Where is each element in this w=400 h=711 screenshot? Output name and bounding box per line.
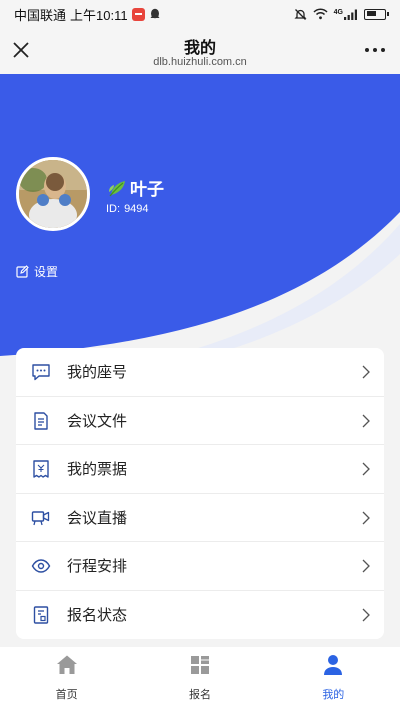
signal-icon: 4G xyxy=(334,9,358,20)
tab-home[interactable]: 首页 xyxy=(0,647,133,711)
document-icon xyxy=(34,411,48,430)
menu-item-label: 我的座号 xyxy=(67,364,128,382)
menu-item-label: 报名状态 xyxy=(67,607,128,625)
leaf-icon xyxy=(109,180,125,196)
tab-label: 首页 xyxy=(55,689,78,701)
settings-label: 设置 xyxy=(34,265,59,279)
status-left: 中国联通 上午10:11 xyxy=(14,5,161,24)
chevron-right-icon xyxy=(362,559,370,573)
network-type: 4G xyxy=(333,8,343,16)
mute-bell-icon xyxy=(294,8,307,20)
avatar[interactable] xyxy=(16,157,90,231)
page-title: 我的 xyxy=(183,40,216,57)
tab-register[interactable]: 报名 xyxy=(133,647,266,711)
status-bar: 中国联通 上午10:11 4G xyxy=(0,0,400,28)
user-id: ID: 9494 xyxy=(106,203,149,215)
chevron-right-icon xyxy=(362,365,370,379)
tab-label: 报名 xyxy=(188,689,211,701)
page-url: dlb.huizhuli.com.cn xyxy=(153,56,247,68)
menu-item-registration-status[interactable]: 报名状态 xyxy=(16,591,384,640)
settings-button[interactable]: 设置 xyxy=(16,263,58,280)
user-name-text: 叶子 xyxy=(130,180,164,199)
menu-item-seat-number[interactable]: 我的座号 xyxy=(16,348,384,397)
menu-item-itinerary[interactable]: 行程安排 xyxy=(16,542,384,591)
menu-item-label: 行程安排 xyxy=(67,558,128,576)
carrier-name: 中国联通 xyxy=(14,7,67,23)
menu-item-label: 我的票据 xyxy=(67,461,128,479)
nav-bar: 我的 dlb.huizhuli.com.cn xyxy=(0,28,400,74)
user-icon xyxy=(324,655,343,675)
form-icon xyxy=(33,605,49,624)
chevron-right-icon xyxy=(362,414,370,427)
wifi-icon xyxy=(313,8,328,20)
chevron-right-icon xyxy=(362,462,370,476)
status-time: 上午10:11 xyxy=(70,7,128,23)
video-icon xyxy=(31,510,50,525)
chevron-right-icon xyxy=(362,608,370,621)
chevron-right-icon xyxy=(362,511,370,524)
eye-icon xyxy=(31,559,51,573)
avatar-photo xyxy=(19,160,87,228)
message-icon xyxy=(32,364,50,381)
tab-bar: 首页 报名 我的 xyxy=(0,647,400,711)
menu-item-label: 会议文件 xyxy=(67,412,128,430)
user-name: 叶子 xyxy=(108,175,164,200)
ticket-icon xyxy=(33,460,49,478)
notification-badge-icon xyxy=(131,7,145,21)
more-options-icon[interactable] xyxy=(364,44,386,56)
status-right: 4G xyxy=(294,8,389,21)
qq-icon xyxy=(150,8,160,18)
user-id-value: 9494 xyxy=(124,203,149,215)
tab-label: 我的 xyxy=(322,689,345,701)
edit-icon xyxy=(16,265,29,278)
home-icon xyxy=(56,655,77,674)
menu-item-meeting-files[interactable]: 会议文件 xyxy=(16,397,384,445)
menu-item-my-tickets[interactable]: 我的票据 xyxy=(16,445,384,494)
tab-mine[interactable]: 我的 xyxy=(267,647,400,711)
menu-card: 我的座号 会议文件 我的票据 会议直播 行程安排 报名状态 xyxy=(16,348,384,639)
battery-icon xyxy=(364,8,389,20)
user-id-label: ID: xyxy=(106,203,121,215)
grid-icon xyxy=(190,656,209,674)
menu-item-label: 会议直播 xyxy=(67,509,128,527)
menu-item-live-stream[interactable]: 会议直播 xyxy=(16,494,384,542)
